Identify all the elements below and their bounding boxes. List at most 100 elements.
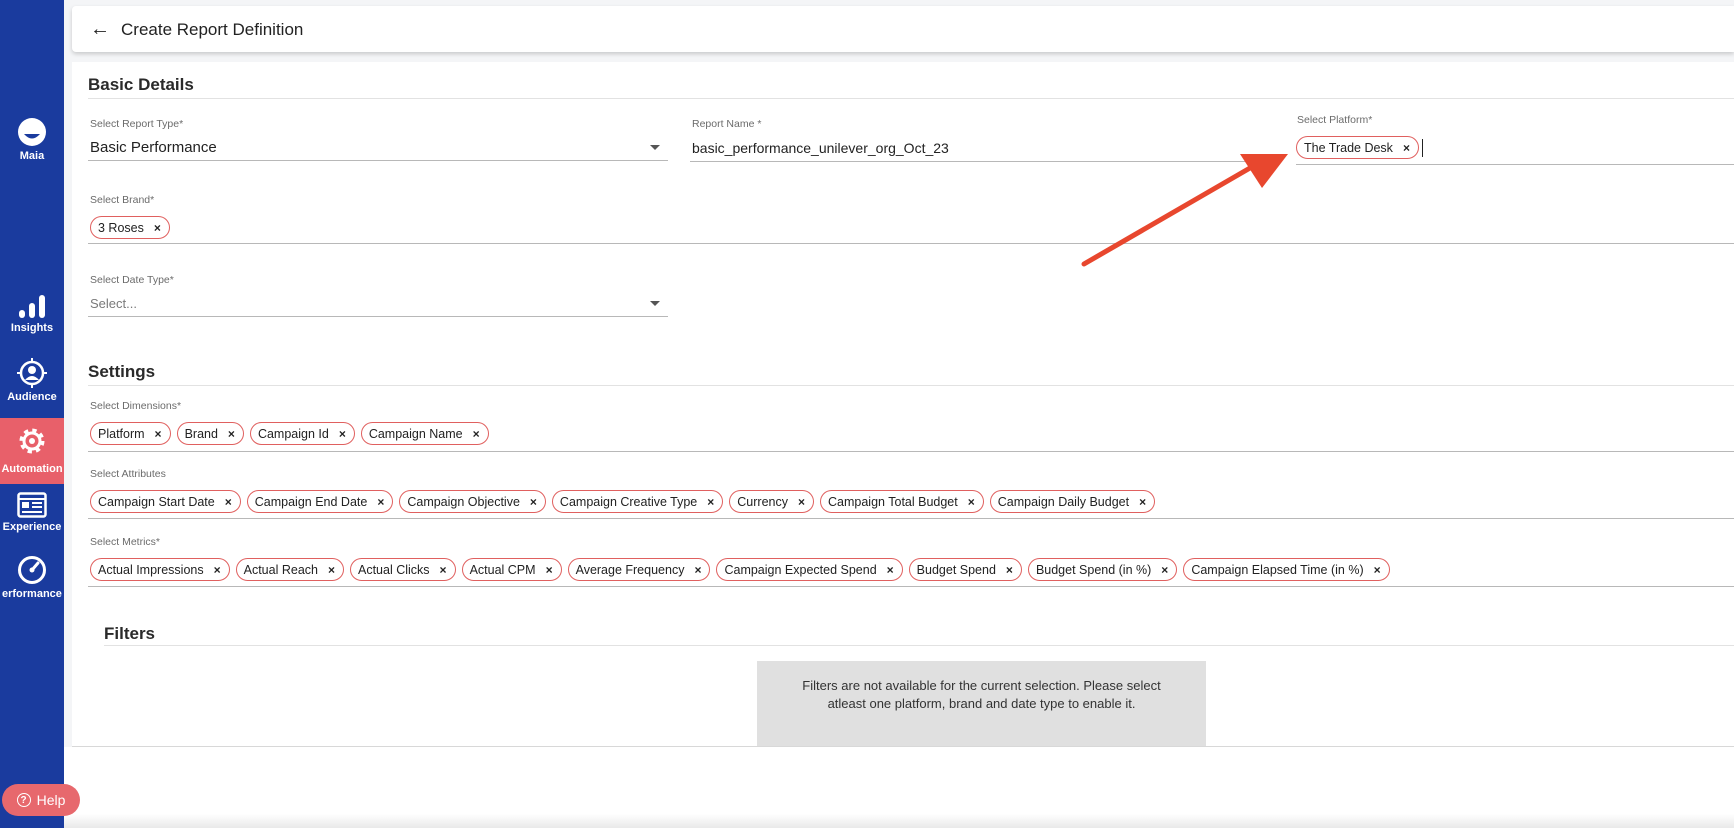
date-type-label: Select Date Type* [90,274,174,286]
close-icon[interactable]: × [154,221,161,235]
close-icon[interactable]: × [328,563,335,577]
bar-chart-icon [19,295,45,318]
close-icon[interactable]: × [473,427,480,441]
settings-title: Settings [88,362,156,381]
attribute-chip: Campaign Total Budget × [820,490,984,513]
brand-chip: 3 Roses × [90,216,170,239]
report-type-label: Select Report Type* [90,118,184,130]
attribute-chip: Campaign End Date × [246,490,394,513]
close-icon[interactable]: × [339,427,346,441]
close-icon[interactable]: × [1403,141,1410,155]
sidebar-item-label: Experience [2,521,62,533]
experience-layout-icon [17,492,47,518]
close-icon[interactable]: × [155,427,162,441]
attributes-chips: Campaign Start Date × Campaign End Date × … [90,490,1156,513]
metric-chip: Average Frequency × [567,558,711,581]
footer-shadow [64,814,1734,828]
sidebar-item-experience[interactable]: Experience [0,492,64,533]
attributes-label: Select Attributes [90,468,166,480]
chevron-down-icon[interactable] [650,301,660,306]
brand-label: Select Brand* [90,194,155,206]
brand-underline [88,243,1734,244]
help-button[interactable]: ? Help [2,784,80,816]
close-icon[interactable]: × [798,495,805,509]
page-title: Create Report Definition [121,20,304,39]
attribute-chip: Currency × [729,490,815,513]
sidebar-item-label: Audience [7,391,57,403]
metric-chip: Campaign Elapsed Time (in %) × [1183,558,1390,581]
attributes-underline [88,518,1734,519]
sidebar-item-label: Automation [1,463,63,475]
metric-chip: Campaign Expected Spend × [716,558,903,581]
filters-notice: Filters are not available for the curren… [757,661,1206,746]
dimensions-label: Select Dimensions* [90,400,182,412]
section-divider [88,385,1734,386]
metric-chip: Actual Impressions × [90,558,230,581]
metric-chip: Budget Spend (in %) × [1027,558,1178,581]
close-icon[interactable]: × [1139,495,1146,509]
sidebar-item-performance[interactable]: erformance [0,555,64,600]
arrow-left-icon[interactable]: ← [90,18,110,41]
sidebar-item-label: Maia [19,150,45,162]
dimension-chip: Brand × [176,422,244,445]
section-divider [88,98,1734,99]
metric-chip: Actual Clicks × [350,558,456,581]
maia-logo-icon [18,118,46,146]
sidebar-item-label: erformance [2,588,62,600]
dimension-chip: Campaign Name × [360,422,489,445]
chevron-down-icon[interactable] [650,145,660,150]
filters-title: Filters [104,624,156,643]
sidebar-item-automation[interactable]: Automation [0,418,64,484]
report-type-select[interactable]: Basic Performance [90,139,217,156]
metrics-label: Select Metrics* [90,536,161,548]
audience-target-icon [17,358,47,388]
close-icon[interactable]: × [1161,563,1168,577]
brand-chips: 3 Roses × [90,216,170,239]
sidebar-item-insights[interactable]: Insights [0,293,64,334]
close-icon[interactable]: × [228,427,235,441]
attribute-chip: Campaign Start Date × [90,490,241,513]
basic-details-title: Basic Details [88,75,194,94]
close-icon[interactable]: × [225,495,232,509]
close-icon[interactable]: × [530,495,537,509]
report-name-label: Report Name * [692,118,762,130]
report-name-input[interactable]: basic_performance_unilever_org_Oct_23 [692,140,949,156]
metrics-underline [88,586,1734,587]
close-icon[interactable]: × [214,563,221,577]
attribute-chip: Campaign Daily Budget × [989,490,1156,513]
close-icon[interactable]: × [377,495,384,509]
sidebar-item-audience[interactable]: Audience [0,358,64,403]
close-icon[interactable]: × [968,495,975,509]
sidebar-item-maia[interactable]: Maia [0,117,64,162]
report-type-underline [88,160,668,161]
close-icon[interactable]: × [440,563,447,577]
sidebar-item-label: Insights [10,322,54,334]
metric-chip: Actual CPM × [461,558,562,581]
close-icon[interactable]: × [887,563,894,577]
question-icon: ? [16,793,31,807]
dimension-chip: Campaign Id × [249,422,355,445]
annotation-arrow-icon [1081,154,1288,267]
gauge-icon [18,556,46,584]
platform-chips: The Trade Desk × [1296,136,1419,159]
close-icon[interactable]: × [546,563,553,577]
close-icon[interactable]: × [1006,563,1013,577]
sidebar-nav: Maia Insights Audience Automation Experi… [0,0,64,828]
close-icon[interactable]: × [707,495,714,509]
dimensions-underline [88,451,1734,452]
metrics-chips: Actual Impressions × Actual Reach × Actual… [90,558,1390,581]
gear-icon [19,428,45,454]
text-cursor [1422,139,1423,157]
close-icon[interactable]: × [694,563,701,577]
platform-chip: The Trade Desk × [1296,136,1419,159]
close-icon[interactable]: × [1374,563,1381,577]
metric-chip: Actual Reach × [235,558,344,581]
attribute-chip: Campaign Objective × [399,490,546,513]
dimension-chip: Platform × [90,422,171,445]
page-header: ← Create Report Definition [72,6,1734,52]
dimensions-chips: Platform × Brand × Campaign Id × Campaign N… [90,422,489,445]
metric-chip: Budget Spend × [908,558,1022,581]
platform-label: Select Platform* [1297,114,1373,126]
attribute-chip: Campaign Creative Type × [551,490,724,513]
date-type-select[interactable]: Select... [90,296,137,311]
